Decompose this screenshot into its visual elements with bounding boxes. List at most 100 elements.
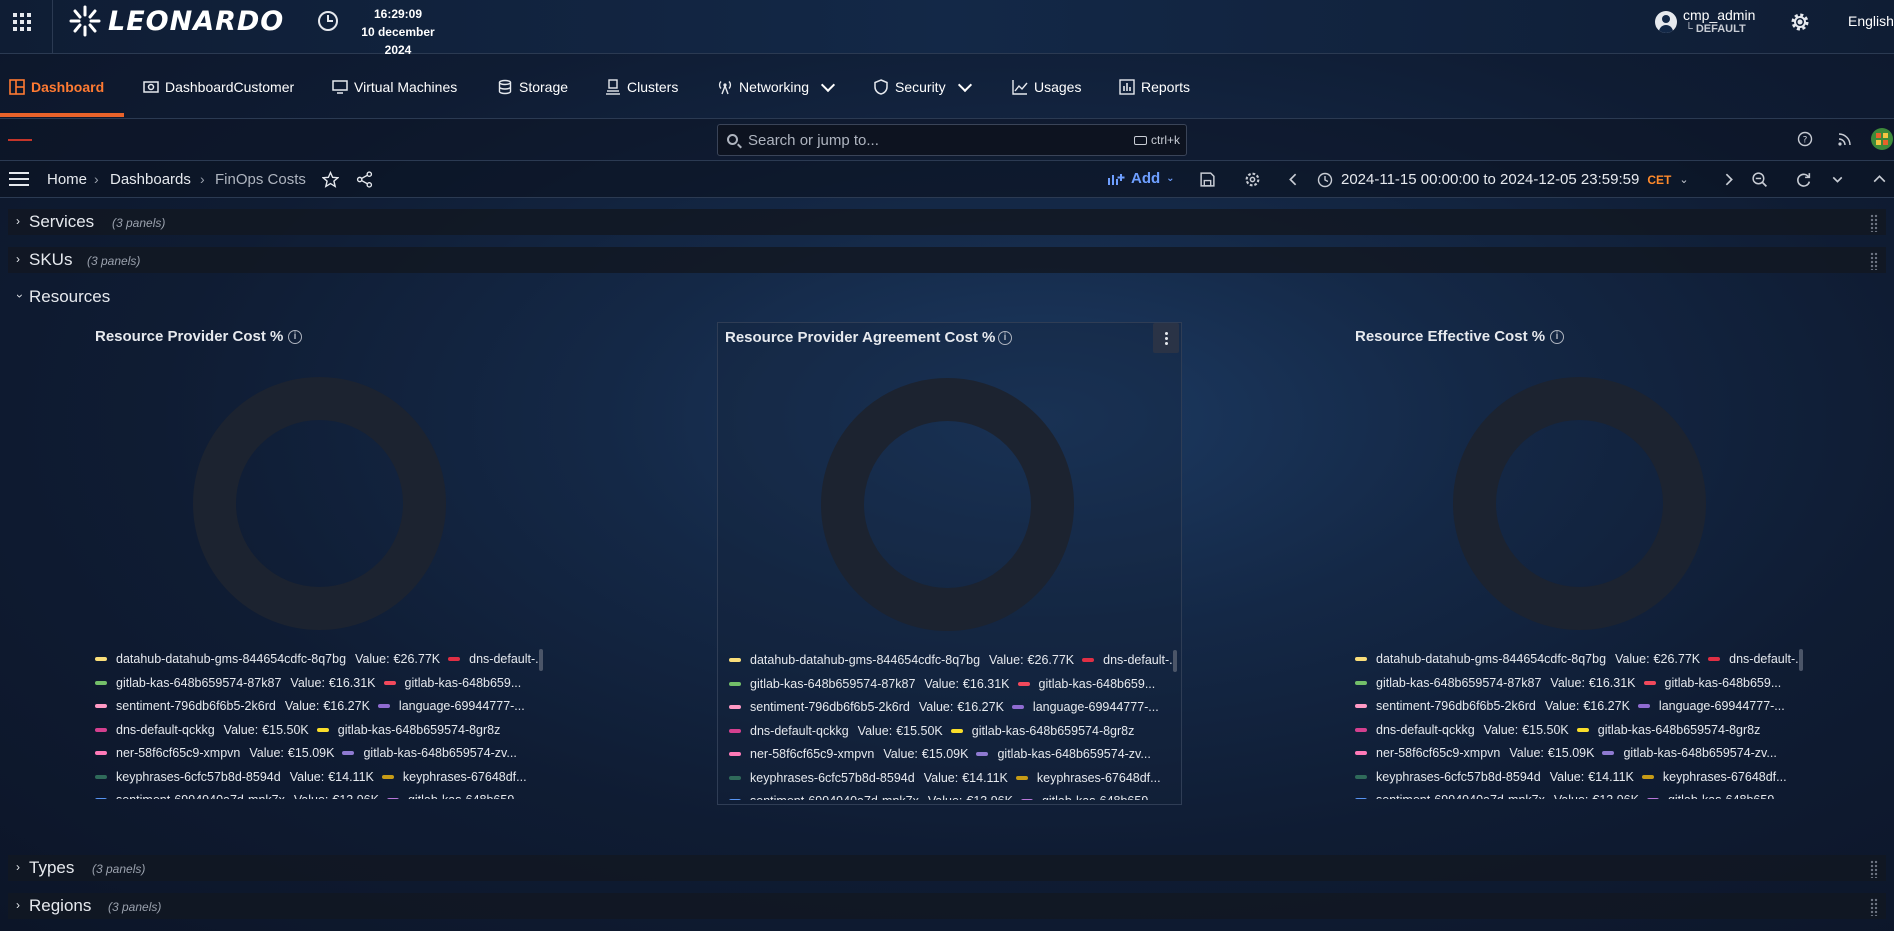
legend-item[interactable]: dns-default-qckkg Value: €15.50K [95,723,309,737]
legend-item[interactable]: dns-default-... [1708,652,1803,666]
legend-item[interactable]: sentiment-796db6f6b5-2k6rd Value: €16.27K [729,700,1004,714]
refresh-interval-chevron-icon[interactable] [1829,171,1846,188]
row-services[interactable]: › Services (3 panels) [8,209,1886,235]
drag-handle-icon[interactable] [1870,860,1878,878]
legend-item[interactable]: dns-default-... [448,652,543,666]
info-icon[interactable]: i [288,330,302,344]
refresh-icon[interactable] [1795,171,1812,188]
legend-item[interactable]: dns-default-qckkg Value: €15.50K [729,724,943,738]
legend-item[interactable]: ner-58f6cf65c9-xmpvn Value: €15.09K [729,747,968,761]
legend-scrollbar[interactable] [539,649,543,671]
nav-dashboard[interactable]: Dashboard [9,75,104,99]
legend-item[interactable]: sentiment-6994940a7d-mnk7x Value:€13.96K [729,794,1013,800]
info-icon[interactable]: i [998,331,1012,345]
panel-resource-provider-agreement-cost[interactable]: Resource Provider Agreement Cost % i dat… [717,322,1182,805]
help-icon[interactable]: ? [1797,131,1813,147]
legend-item[interactable]: gitlab-kas-648b659574-8gr8z [316,723,500,737]
legend-item[interactable]: gitlab-kas-648b659... [1020,794,1159,800]
rss-feed-icon[interactable] [1837,131,1853,147]
legend-item[interactable]: gitlab-kas-648b659574-87k87 Value: €16.31K [729,677,1010,691]
row-types[interactable]: › Types (3 panels) [8,855,1886,881]
legend-item[interactable]: datahub-datahub-gms-844654cdfc-8q7bg Valu… [729,653,1074,667]
search-input[interactable]: Search or jump to... ctrl+k [717,124,1187,156]
drag-handle-icon[interactable] [1870,214,1878,232]
nav-label: Dashboard [31,79,105,95]
collapse-toolbar-icon[interactable] [1871,171,1888,188]
logo[interactable]: LEONARDO [68,2,284,40]
settings-gear-icon[interactable] [1788,10,1812,34]
drag-handle-icon[interactable] [1870,898,1878,916]
legend-item[interactable]: gitlab-kas-648b659574-8gr8z [950,724,1134,738]
time-range-picker[interactable]: 2024-11-15 00:00:00 to 2024-12-05 23:59:… [1317,171,1689,188]
legend-item[interactable]: sentiment-6994940a7d-mnk7x Value:€13.96K [95,793,379,799]
save-icon[interactable] [1199,171,1216,188]
time-shift-forward-icon[interactable] [1720,171,1737,188]
legend-item[interactable]: gitlab-kas-648b659574-zv... [342,746,517,760]
nav-dashboard-customer[interactable]: DashboardCustomer [143,75,294,99]
legend-item[interactable]: gitlab-kas-648b659574-87k87 Value: €16.31K [95,676,376,690]
legend-swatch [1355,798,1367,799]
panel-resource-effective-cost[interactable]: Resource Effective Cost % i datahub-data… [1350,322,1815,805]
legend-item[interactable]: ner-58f6cf65c9-xmpvn Value: €15.09K [1355,746,1594,760]
info-icon[interactable]: i [1550,330,1564,344]
legend-item[interactable]: language-69944777-... [1011,700,1159,714]
legend-item[interactable]: keyphrases-6cfc57b8d-8594d Value: €14.11K [1355,770,1634,784]
legend-item[interactable]: gitlab-kas-648b659574-8gr8z [1576,723,1760,737]
legend-item[interactable]: keyphrases-67648df... [1015,771,1161,785]
legend-item[interactable]: ner-58f6cf65c9-xmpvn Value: €15.09K [95,746,334,760]
legend-item[interactable]: keyphrases-6cfc57b8d-8594d Value: €14.11K [95,770,374,784]
legend-item[interactable]: gitlab-kas-648b659... [386,793,525,799]
nav-storage[interactable]: Storage [497,75,568,99]
panel-menu-button[interactable] [1153,323,1179,353]
nav-networking[interactable]: Networking [717,75,836,99]
legend-row: dns-default-qckkg Value: €15.50K gitlab-kas… [1355,720,1768,740]
legend-item[interactable]: sentiment-796db6f6b5-2k6rd Value: €16.27K [95,699,370,713]
star-icon[interactable] [322,171,339,188]
nav-usages[interactable]: Usages [1012,75,1081,99]
legend-item[interactable]: dns-default-... [1082,653,1177,667]
legend-item[interactable]: keyphrases-67648df... [381,770,527,784]
nav-clusters[interactable]: Clusters [605,75,678,99]
legend-item[interactable]: gitlab-kas-648b659574-zv... [976,747,1151,761]
legend-item[interactable]: gitlab-kas-648b659574-87k87 Value: €16.31K [1355,676,1636,690]
breadcrumb-dashboards[interactable]: Dashboards [110,171,191,188]
language-selector[interactable]: English [1848,13,1894,29]
legend-row: sentiment-796db6f6b5-2k6rd Value: €16.27K l… [1355,696,1793,716]
apps-grid-icon[interactable] [13,13,31,31]
nav-security[interactable]: Security [873,75,972,99]
legend-item[interactable]: datahub-datahub-gms-844654cdfc-8q7bg Valu… [95,652,440,666]
panel-resource-provider-cost[interactable]: Resource Provider Cost % i datahub-datah… [90,322,555,805]
user-avatar-icon[interactable] [1655,11,1677,33]
donut-ring [1453,377,1706,630]
legend-scrollbar[interactable] [1799,649,1803,671]
add-button[interactable]: Add ⌄ [1107,170,1175,187]
legend-scrollbar[interactable] [1173,650,1177,672]
legend-item[interactable]: gitlab-kas-648b659... [1643,676,1781,690]
drag-handle-icon[interactable] [1870,252,1878,270]
dashboard-settings-icon[interactable] [1244,171,1261,188]
legend-item[interactable]: language-69944777-... [377,699,525,713]
legend-item[interactable]: gitlab-kas-648b659574-zv... [1602,746,1777,760]
breadcrumb-home[interactable]: Home [47,171,87,188]
nav-virtual-machines[interactable]: Virtual Machines [332,75,457,99]
legend-item[interactable]: keyphrases-6cfc57b8d-8594d Value: €14.11K [729,771,1008,785]
row-regions[interactable]: › Regions (3 panels) [8,893,1886,919]
legend-item[interactable]: language-69944777-... [1637,699,1785,713]
share-icon[interactable] [356,171,373,188]
legend-item[interactable]: datahub-datahub-gms-844654cdfc-8q7bg Valu… [1355,652,1700,666]
legend-item[interactable]: sentiment-796db6f6b5-2k6rd Value: €16.27K [1355,699,1630,713]
zoom-out-icon[interactable] [1751,171,1768,188]
legend-item[interactable]: sentiment-6994940a7d-mnk7x Value:€13.96K [1355,793,1639,799]
user-name[interactable]: cmp_admin [1683,7,1755,23]
menu-toggle-icon[interactable] [9,172,29,186]
row-resources[interactable]: › Resources [8,284,1886,310]
row-skus[interactable]: › SKUs (3 panels) [8,247,1886,273]
legend-item[interactable]: gitlab-kas-648b659... [383,676,521,690]
legend-item[interactable]: keyphrases-67648df... [1641,770,1787,784]
legend-item[interactable]: dns-default-qckkg Value: €15.50K [1355,723,1569,737]
profile-avatar-icon[interactable] [1871,128,1893,150]
legend-item[interactable]: gitlab-kas-648b659... [1017,677,1155,691]
nav-reports[interactable]: Reports [1119,75,1190,99]
legend-item[interactable]: gitlab-kas-648b659... [1646,793,1785,799]
time-shift-back-icon[interactable] [1285,171,1302,188]
